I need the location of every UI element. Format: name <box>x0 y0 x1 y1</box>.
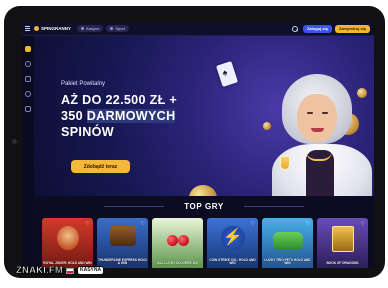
sidebar-item-sport-icon[interactable] <box>25 91 31 97</box>
game-title: ALL LUCKY CLOVERS 100 <box>157 261 198 266</box>
nav-sport-label: Sport <box>115 26 125 31</box>
heart-icon[interactable]: ♡ <box>361 221 365 227</box>
game-tile[interactable]: ♡ THUNDERLINE EXPRESS HOLD & WIN <box>97 218 148 268</box>
register-button[interactable]: Zarejestruj się <box>334 24 370 33</box>
heart-icon[interactable]: ♡ <box>196 221 200 227</box>
game-title: BOOK OF DRAGONS <box>326 261 359 266</box>
playing-card-icon <box>215 61 239 87</box>
nav-casino-label: Kasyno <box>86 26 100 31</box>
game-tile[interactable]: ⚡ ♡ COIN STRIKE XXL: HOLD AND WIN <box>207 218 258 268</box>
game-title: COIN STRIKE XXL: HOLD AND WIN <box>209 257 256 266</box>
glass-icon <box>280 156 290 170</box>
logo-mark-icon <box>34 26 39 31</box>
heart-icon[interactable]: ♡ <box>86 221 90 227</box>
hero-subtitle: Pakiet Powitalny <box>61 81 106 87</box>
cherries-icon <box>165 226 191 246</box>
heart-icon[interactable]: ♡ <box>141 221 145 227</box>
face <box>297 94 337 142</box>
sport-icon <box>110 27 114 30</box>
game-tile[interactable]: ♡ ALL LUCKY CLOVERS 100 <box>152 218 203 268</box>
poland-flag-icon <box>65 267 74 274</box>
logo-text: SPINGRANNY <box>41 26 72 31</box>
heart-icon[interactable]: ♡ <box>251 221 255 227</box>
game-title: LUCKY TRIO PETS HOLD AND WIN <box>264 257 311 266</box>
hero-grandma-image <box>266 74 374 196</box>
coin-icon <box>189 185 217 196</box>
game-tile[interactable]: ♡ LUCKY TRIO PETS HOLD AND WIN <box>262 218 313 268</box>
hero-title-line2-a: 350 <box>61 109 87 123</box>
logo[interactable]: SPINGRANNY <box>34 26 71 31</box>
sidebar-item-promo-icon[interactable] <box>25 46 31 52</box>
heart-icon[interactable]: ♡ <box>306 221 310 227</box>
screen: SPINGRANNY Kasyno Sport Zaloguj się Zare… <box>22 22 374 268</box>
game-title: THUNDERLINE EXPRESS HOLD & WIN <box>98 257 147 266</box>
sidebar-item-casino-icon[interactable] <box>25 61 31 67</box>
login-button[interactable]: Zaloguj się <box>302 24 332 33</box>
camera-dot <box>12 139 17 144</box>
menu-icon[interactable] <box>22 22 32 36</box>
casino-icon <box>81 27 85 30</box>
book-icon <box>331 226 354 252</box>
watermark-badge: KASYNA <box>76 266 105 275</box>
joker-icon <box>56 226 79 250</box>
sidebar-item-vip-icon[interactable] <box>25 106 31 112</box>
train-icon <box>109 226 136 246</box>
cherry-icon <box>177 235 189 246</box>
watermark-site: ZNAKI.FM <box>16 265 63 277</box>
hero-title-line1: AŻ DO 22.500 ZŁ + <box>61 93 178 107</box>
nav-casino[interactable]: Kasyno <box>77 25 104 32</box>
sidebar <box>22 36 34 268</box>
game-tile[interactable]: ♡ ROYAL JOKER: HOLD AND WIN <box>42 218 93 268</box>
lightning-icon: ⚡ <box>220 226 245 250</box>
pets-icon <box>272 232 303 250</box>
cta-button[interactable]: Zdobądź teraz <box>71 160 130 173</box>
glass-stem <box>284 170 286 178</box>
tablet-frame: SPINGRANNY Kasyno Sport Zaloguj się Zare… <box>4 6 385 278</box>
cherry-icon <box>166 235 178 246</box>
hero-title-line2: 350 DARMOWYCH <box>61 108 221 124</box>
hero-title: AŻ DO 22.500 ZŁ + 350 DARMOWYCH SPINÓW <box>61 92 221 140</box>
eye <box>322 112 328 114</box>
search-icon[interactable] <box>291 25 299 33</box>
top-bar: SPINGRANNY Kasyno Sport Zaloguj się Zare… <box>22 22 374 36</box>
section-title-top-games: TOP GRY <box>34 202 374 211</box>
eye <box>307 112 313 114</box>
hero-title-highlight: DARMOWYCH <box>86 109 176 123</box>
games-row: ♡ ROYAL JOKER: HOLD AND WIN ♡ THUNDERLIN… <box>42 218 370 268</box>
watermark: ZNAKI.FM KASYNA <box>16 265 105 277</box>
hero-banner: Pakiet Powitalny AŻ DO 22.500 ZŁ + 350 D… <box>34 36 374 196</box>
nav-sport[interactable]: Sport <box>106 25 129 32</box>
mouth <box>311 128 324 132</box>
hero-title-line3: SPINÓW <box>61 125 114 139</box>
sidebar-item-live-icon[interactable] <box>25 76 31 82</box>
game-tile[interactable]: ♡ BOOK OF DRAGONS <box>317 218 368 268</box>
